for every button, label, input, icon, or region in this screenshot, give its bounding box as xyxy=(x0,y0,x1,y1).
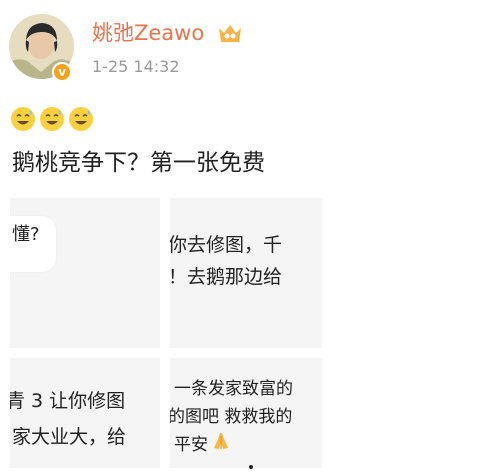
username[interactable]: 姚弛Zeawo xyxy=(92,18,204,48)
image-4-line-1: 一条发家致富的 xyxy=(174,379,293,399)
vip-crown-icon xyxy=(217,22,243,46)
post-timestamp: 1-25 14:32 xyxy=(92,57,180,76)
image-4-line-2: 的图吧 救救我的 xyxy=(170,407,293,427)
post-image-2[interactable]: 你去修图，千 ！去鹅那边给 xyxy=(170,198,322,348)
post-text: 鹅桃竞争下？第一张免费 xyxy=(12,150,265,176)
image-3-line-2: 家大业大，给 xyxy=(12,426,127,448)
image-1-text: 懂? xyxy=(12,224,40,245)
grinning-sweat-face-icon xyxy=(39,106,65,132)
post-image-1[interactable]: 懂? xyxy=(10,198,160,348)
folded-hands-icon xyxy=(210,430,232,452)
image-4-line-3: 平安 xyxy=(174,435,208,455)
grinning-sweat-face-icon xyxy=(68,106,94,132)
image-2-line-2: ！去鹅那边给 xyxy=(170,266,283,288)
post-image-4[interactable]: 一条发家致富的 的图吧 救救我的 平安 xyxy=(170,358,322,468)
image-2-line-1: 你去修图，千 xyxy=(170,234,283,256)
image-3-line-1: 青 3 让你修图 xyxy=(10,390,126,412)
page-indicator-dot xyxy=(249,465,253,469)
grinning-sweat-face-icon xyxy=(10,106,36,132)
verified-badge: v xyxy=(52,62,72,82)
post-image-3[interactable]: 青 3 让你修图 家大业大，给 xyxy=(10,358,160,468)
